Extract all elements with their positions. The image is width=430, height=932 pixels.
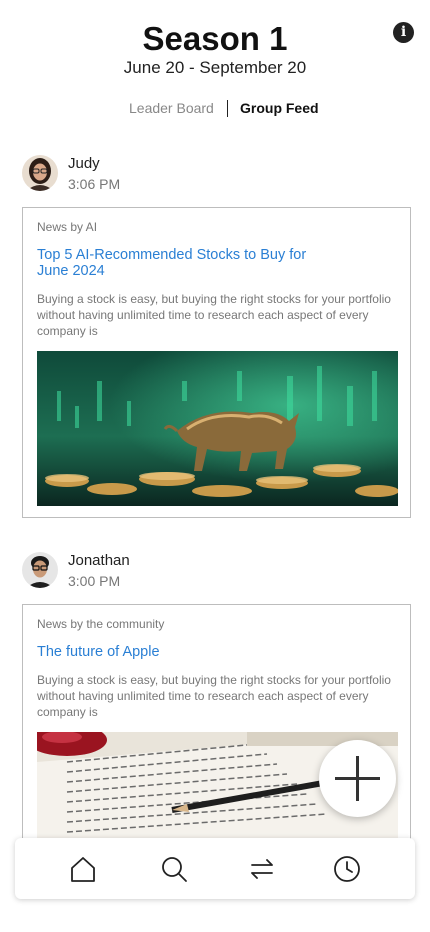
post-header: Judy 3:06 PM — [22, 155, 411, 203]
nav-transfer-button[interactable] — [245, 852, 279, 886]
tab-divider — [227, 100, 228, 117]
news-source: News by the community — [37, 617, 165, 631]
news-headline[interactable]: Top 5 AI-Recommended Stocks to Buy for J… — [37, 247, 337, 279]
page-title: Season 1 — [142, 20, 288, 57]
nav-history-button[interactable] — [330, 852, 364, 886]
post-header: Jonathan 3:00 PM — [22, 552, 411, 600]
news-description: Buying a stock is easy, but buying the r… — [37, 292, 391, 338]
nav-search-button[interactable] — [157, 852, 191, 886]
news-card[interactable]: News by AI Top 5 AI-Recommended Stocks t… — [22, 207, 411, 518]
tab-bar: Leader Board Group Feed — [0, 100, 430, 118]
tab-group-feed[interactable]: Group Feed — [240, 100, 319, 116]
season-dates: June 20 - September 20 — [123, 58, 307, 77]
tab-leader-board[interactable]: Leader Board — [129, 100, 214, 116]
home-icon — [71, 857, 95, 882]
post-author[interactable]: Judy — [68, 155, 100, 172]
clock-icon — [334, 856, 360, 882]
post-time: 3:00 PM — [68, 573, 121, 589]
news-source: News by AI — [37, 220, 98, 234]
add-post-button[interactable] — [319, 740, 396, 817]
info-icon[interactable]: i — [393, 22, 414, 43]
plus-icon — [319, 740, 396, 817]
transfer-arrows-icon — [251, 859, 273, 879]
post-author[interactable]: Jonathan — [68, 552, 130, 569]
news-description: Buying a stock is easy, but buying the r… — [37, 673, 391, 719]
avatar[interactable] — [22, 155, 58, 191]
golden-bull-on-coins-image[interactable] — [37, 351, 398, 506]
nav-home-button[interactable] — [66, 852, 100, 886]
search-icon — [162, 857, 187, 882]
feed-post: Judy 3:06 PM News by AI Top 5 AI-Recomme… — [22, 155, 411, 520]
news-headline[interactable]: The future of Apple — [37, 644, 337, 660]
header: Season 1 June 20 - September 20 i Leader… — [0, 0, 430, 140]
post-time: 3:06 PM — [68, 176, 121, 192]
bottom-nav — [15, 838, 415, 899]
avatar[interactable] — [22, 552, 58, 588]
